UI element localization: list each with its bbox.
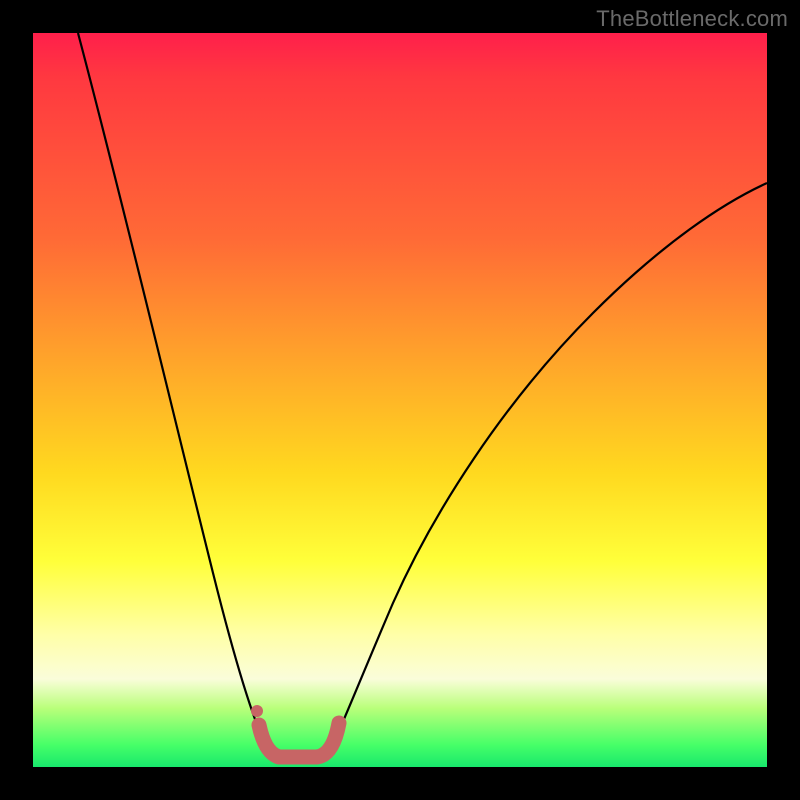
- curve-left-branch: [78, 33, 267, 749]
- valley-highlight-dot: [251, 705, 263, 717]
- plot-area: [33, 33, 767, 767]
- valley-highlight: [259, 723, 339, 757]
- curve-right-branch: [331, 183, 767, 749]
- watermark-text: TheBottleneck.com: [596, 6, 788, 32]
- bottleneck-curve: [33, 33, 767, 767]
- chart-frame: TheBottleneck.com: [0, 0, 800, 800]
